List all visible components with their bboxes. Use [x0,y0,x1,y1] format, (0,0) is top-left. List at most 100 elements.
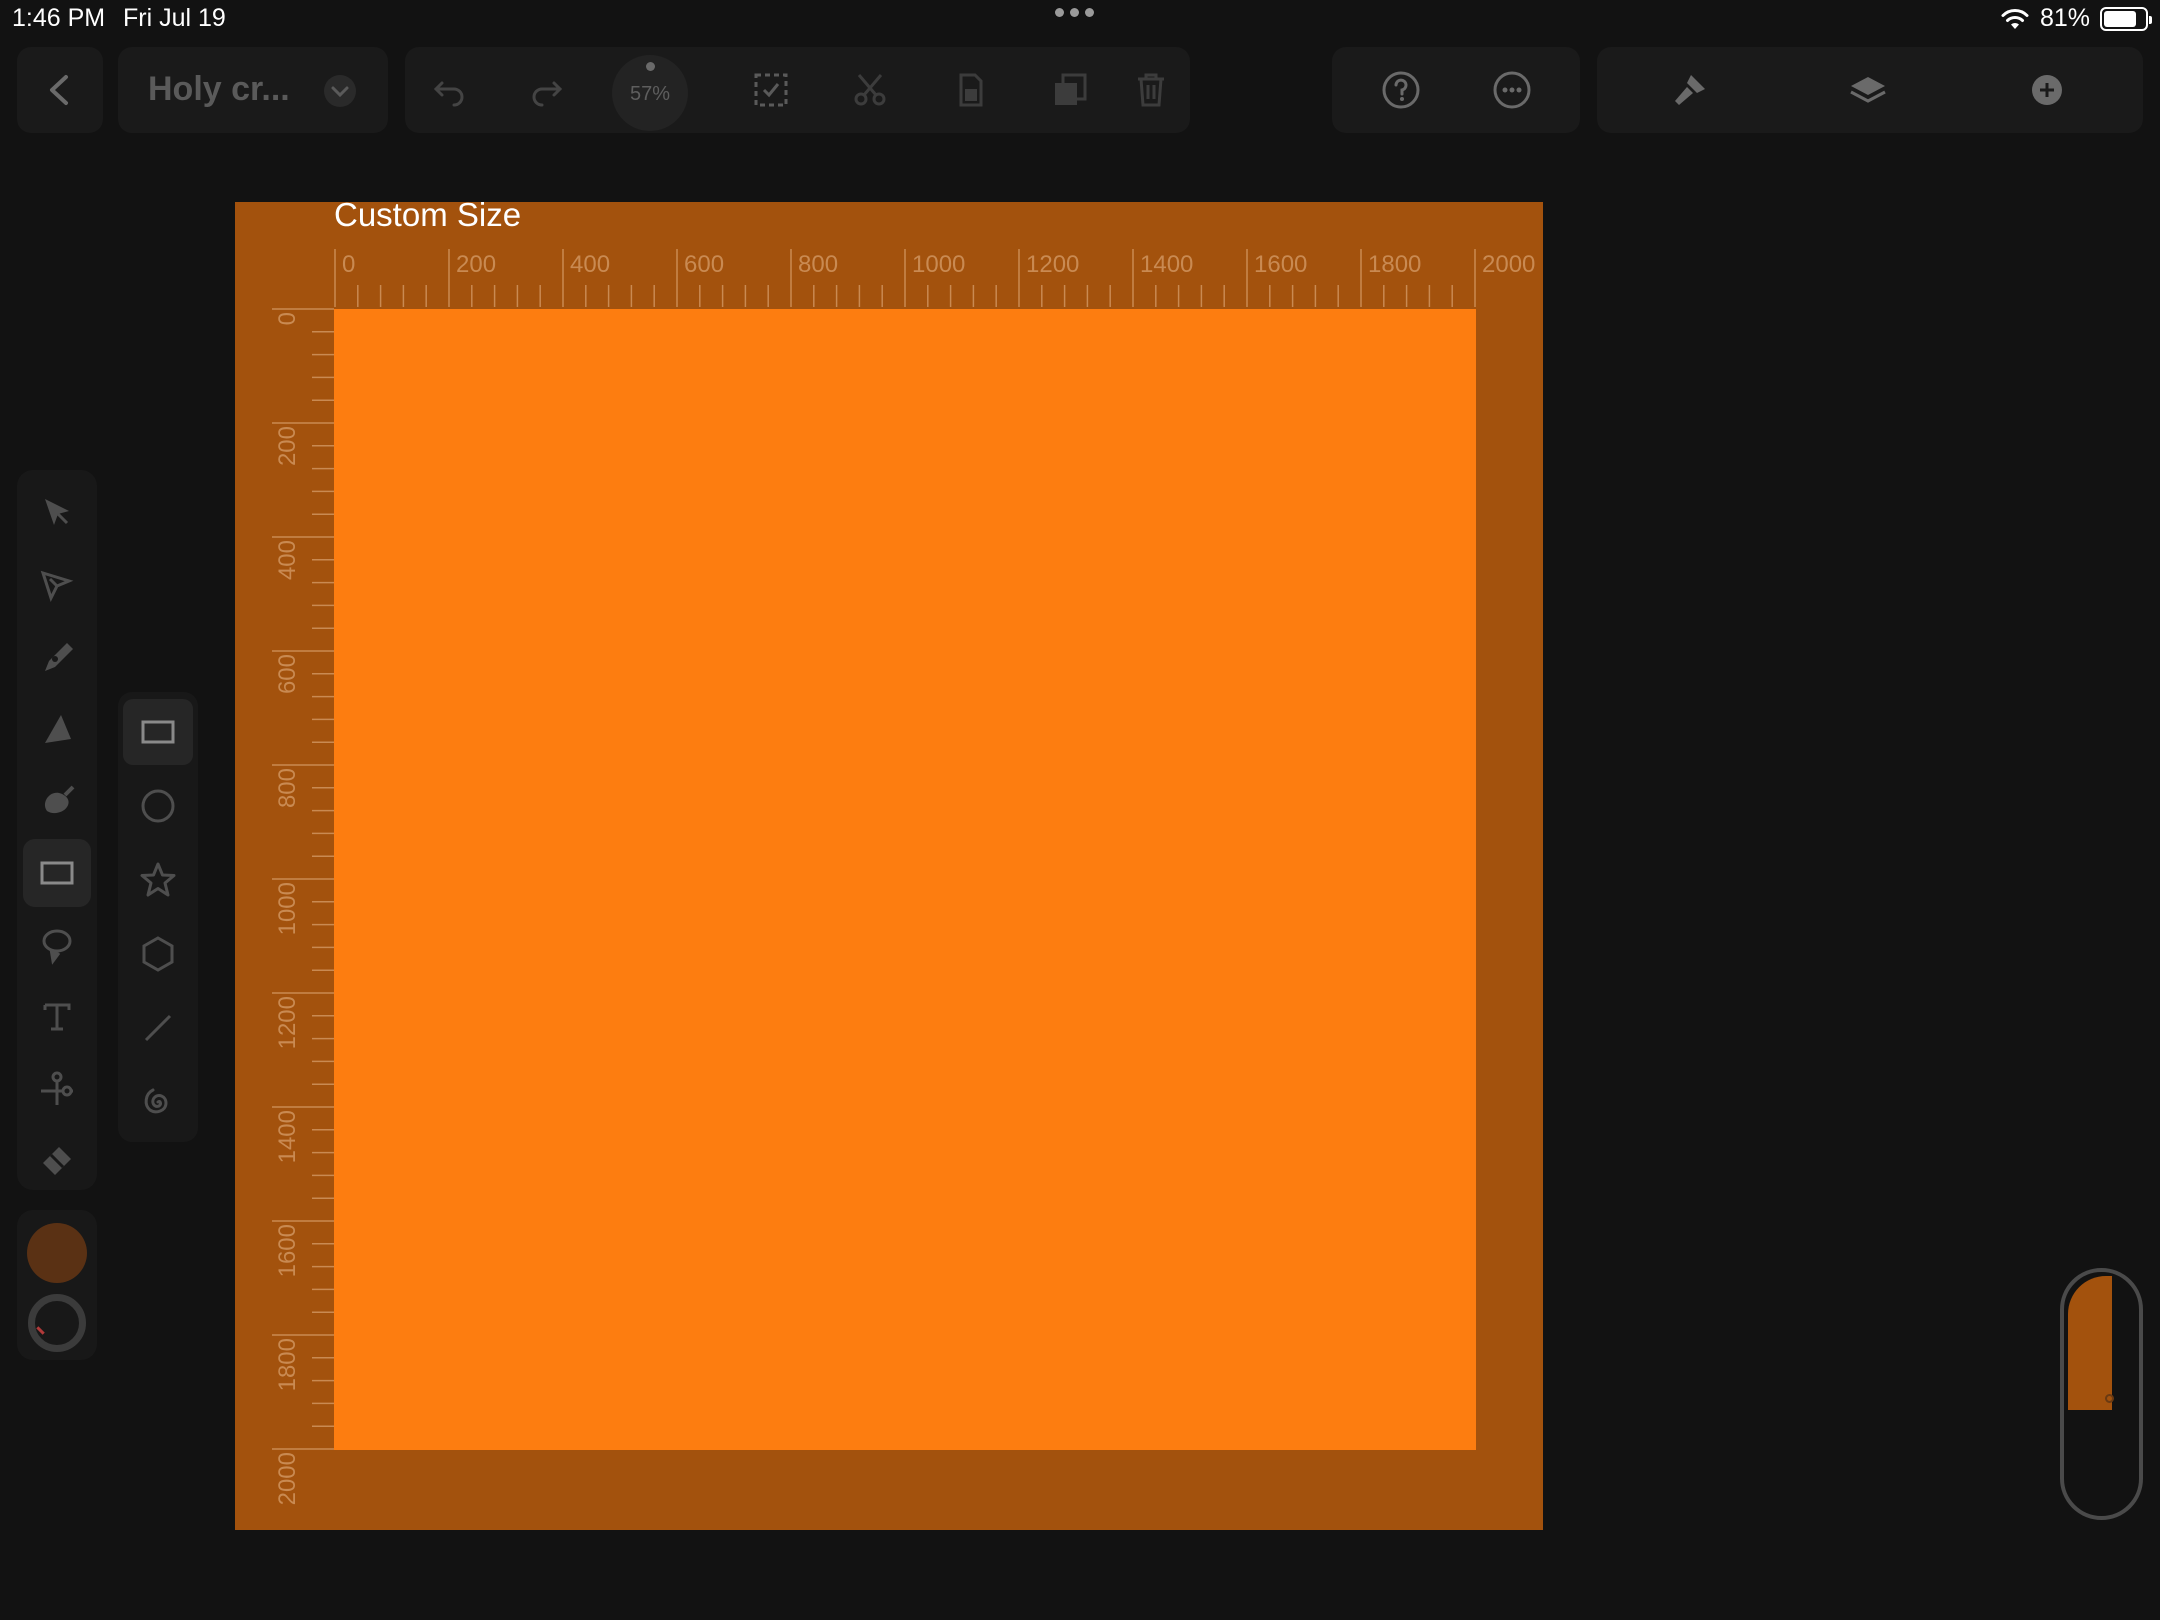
chevron-down-icon [324,75,356,107]
redo-icon [532,81,563,107]
tool-vector-brush[interactable] [23,695,91,763]
star-icon [140,862,176,897]
tool-scissors[interactable] [23,1055,91,1123]
tool-shapes[interactable] [23,839,91,907]
select-all-button[interactable] [736,55,806,125]
help-button[interactable] [1366,55,1436,125]
ruler-label: 800 [798,251,838,278]
ruler-label: 600 [684,251,724,278]
copy-button[interactable] [935,55,1005,125]
opacity-slider[interactable] [2060,1268,2143,1520]
copy-icon [959,73,983,107]
ruler-label: 1400 [274,1110,301,1163]
cut-icon [854,74,886,106]
ruler-label: 2000 [1482,251,1535,278]
tool-panel [17,470,97,1190]
back-button[interactable] [25,55,95,125]
ruler-label: 0 [274,312,301,325]
wifi-icon [2001,8,2029,29]
tool-select[interactable] [23,479,91,547]
eraser-icon [43,1147,71,1175]
artboard-title[interactable]: Custom Size [334,196,521,234]
slider-knob[interactable] [2105,1394,2114,1403]
zoom-level: 57% [629,83,671,105]
scissors-icon [41,1071,73,1105]
document-title[interactable]: Holy cr... [148,70,290,109]
select-all-icon [754,73,788,107]
help-icon [1382,71,1420,109]
rectangle-shape[interactable] [334,309,1476,1450]
cut-button[interactable] [835,55,905,125]
add-icon [2032,75,2062,105]
spiral-icon [144,1088,168,1114]
ruler-label: 1600 [274,1224,301,1277]
vertical-ruler: 0 200 400 600 800 1000 1200 1400 1600 1800 2000 [272,308,334,1505]
shape-line[interactable] [123,995,193,1061]
layers-button[interactable] [1833,55,1903,125]
shape-polygon[interactable] [123,921,193,987]
tool-lasso[interactable] [23,911,91,979]
brush-icon [44,785,75,814]
stroke-color-swatch[interactable] [28,1294,86,1352]
pen-icon [45,643,73,671]
ruler-label: 0 [342,251,355,278]
ruler-label: 1000 [912,251,965,278]
color-panel [17,1210,97,1360]
status-time: 1:46 PM [12,4,106,32]
ruler-label: 400 [274,540,301,580]
battery-percent: 81% [2039,4,2090,32]
hexagon-icon [142,936,174,972]
back-group [17,47,103,133]
ruler-label: 1800 [274,1338,301,1391]
ruler-label: 600 [274,654,301,694]
ruler-label: 800 [274,768,301,808]
back-icon [50,75,68,105]
battery-level-fill [2104,10,2137,27]
line-icon [144,1014,172,1042]
redo-button[interactable] [512,55,582,125]
rectangle-icon [141,720,175,744]
shape-rectangle[interactable] [123,699,193,765]
add-button[interactable] [2012,55,2082,125]
tool-brush[interactable] [23,767,91,835]
ruler-label: 200 [274,426,301,466]
shape-star[interactable] [123,847,193,913]
trash-icon [1138,73,1164,107]
vector-brush-icon [45,715,71,743]
tool-pen[interactable] [23,623,91,691]
more-icon [1493,71,1531,109]
rectangle-tool-icon [40,861,74,885]
layers-icon [1850,77,1886,103]
multitask-dots-icon[interactable] [1055,8,1094,17]
paste-icon [1055,73,1087,105]
more-button[interactable] [1477,55,1547,125]
delete-button[interactable] [1116,55,1186,125]
ruler-label: 1400 [1140,251,1193,278]
ellipse-icon [141,789,175,823]
ruler-label: 400 [570,251,610,278]
tool-eraser[interactable] [23,1127,91,1195]
style-button[interactable] [1655,55,1725,125]
select-arrow-icon [45,499,69,525]
shapes-panel [118,692,198,1142]
ruler-label: 2000 [274,1452,301,1505]
status-date: Fri Jul 19 [123,4,226,32]
document-menu-button[interactable] [305,56,375,126]
fill-color-swatch[interactable] [27,1223,87,1283]
ruler-label: 1200 [1026,251,1079,278]
style-brush-icon [1675,75,1705,105]
status-indicators: 81% [2000,4,2152,33]
shape-ellipse[interactable] [123,773,193,839]
text-icon [43,1003,71,1031]
shape-spiral[interactable] [123,1069,193,1135]
undo-button[interactable] [414,55,484,125]
paste-button[interactable] [1035,55,1105,125]
zoom-dot [646,62,655,71]
lasso-icon [42,929,72,965]
help-toolbar [1332,47,1580,133]
panels-toolbar [1597,47,2143,133]
tool-text[interactable] [23,983,91,1051]
zoom-indicator[interactable]: 57% [612,55,688,131]
tool-direct-select[interactable] [23,551,91,619]
ruler-label: 1800 [1368,251,1421,278]
